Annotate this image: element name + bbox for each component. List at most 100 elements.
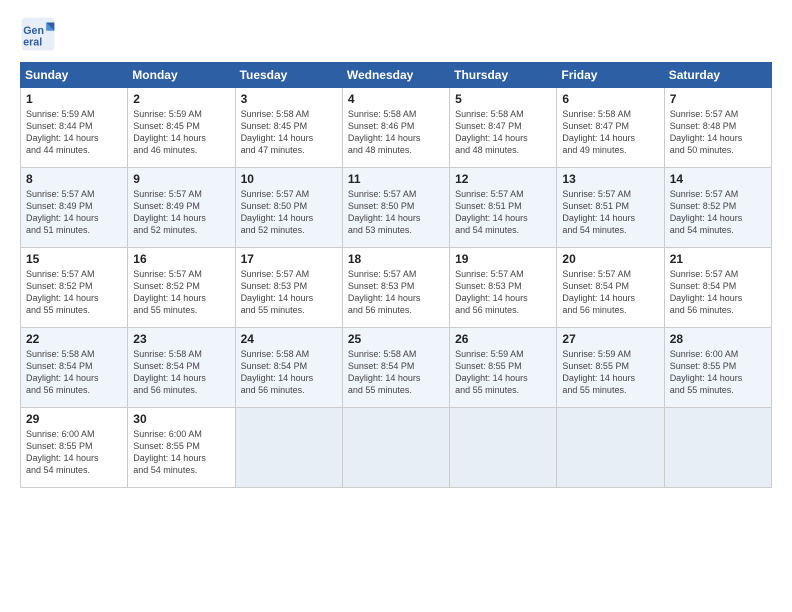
day-number: 12	[455, 172, 551, 186]
day-number: 10	[241, 172, 337, 186]
cell-info: Sunrise: 5:58 AM Sunset: 8:54 PM Dayligh…	[133, 348, 229, 397]
cell-info: Sunrise: 5:57 AM Sunset: 8:53 PM Dayligh…	[455, 268, 551, 317]
cell-info: Sunrise: 5:57 AM Sunset: 8:50 PM Dayligh…	[348, 188, 444, 237]
calendar-cell: 21 Sunrise: 5:57 AM Sunset: 8:54 PM Dayli…	[664, 248, 771, 328]
cell-info: Sunrise: 6:00 AM Sunset: 8:55 PM Dayligh…	[670, 348, 766, 397]
cell-info: Sunrise: 6:00 AM Sunset: 8:55 PM Dayligh…	[133, 428, 229, 477]
calendar-cell: 17 Sunrise: 5:57 AM Sunset: 8:53 PM Dayli…	[235, 248, 342, 328]
day-number: 7	[670, 92, 766, 106]
day-number: 24	[241, 332, 337, 346]
calendar-cell: 30 Sunrise: 6:00 AM Sunset: 8:55 PM Dayli…	[128, 408, 235, 488]
cell-info: Sunrise: 5:58 AM Sunset: 8:46 PM Dayligh…	[348, 108, 444, 157]
cell-info: Sunrise: 5:57 AM Sunset: 8:49 PM Dayligh…	[133, 188, 229, 237]
calendar-cell: 15 Sunrise: 5:57 AM Sunset: 8:52 PM Dayli…	[21, 248, 128, 328]
calendar-body: 1 Sunrise: 5:59 AM Sunset: 8:44 PM Daylig…	[21, 88, 772, 488]
calendar-table: SundayMondayTuesdayWednesdayThursdayFrid…	[20, 62, 772, 488]
calendar-cell: 16Sunrise: 5:57 AM Sunset: 8:52 PM Dayli…	[128, 248, 235, 328]
calendar-cell: 24 Sunrise: 5:58 AM Sunset: 8:54 PM Dayli…	[235, 328, 342, 408]
day-number: 14	[670, 172, 766, 186]
calendar-cell: 25 Sunrise: 5:58 AM Sunset: 8:54 PM Dayli…	[342, 328, 449, 408]
cell-info: Sunrise: 5:57 AM Sunset: 8:53 PM Dayligh…	[348, 268, 444, 317]
cell-info: Sunrise: 5:58 AM Sunset: 8:54 PM Dayligh…	[26, 348, 122, 397]
calendar-cell: 27 Sunrise: 5:59 AM Sunset: 8:55 PM Dayli…	[557, 328, 664, 408]
calendar-cell: 3Sunrise: 5:58 AM Sunset: 8:45 PM Daylig…	[235, 88, 342, 168]
cell-info: Sunrise: 6:00 AM Sunset: 8:55 PM Dayligh…	[26, 428, 122, 477]
day-number: 5	[455, 92, 551, 106]
day-number: 15	[26, 252, 122, 266]
day-number: 18	[348, 252, 444, 266]
weekday-sunday: Sunday	[21, 63, 128, 88]
calendar-cell: 1 Sunrise: 5:59 AM Sunset: 8:44 PM Daylig…	[21, 88, 128, 168]
logo-icon: Gen eral	[20, 16, 56, 52]
cell-info: Sunrise: 5:57 AM Sunset: 8:49 PM Dayligh…	[26, 188, 122, 237]
weekday-friday: Friday	[557, 63, 664, 88]
weekday-thursday: Thursday	[450, 63, 557, 88]
weekday-monday: Monday	[128, 63, 235, 88]
calendar-cell	[664, 408, 771, 488]
day-number: 19	[455, 252, 551, 266]
day-number: 1	[26, 92, 122, 106]
day-number: 26	[455, 332, 551, 346]
cell-info: Sunrise: 5:57 AM Sunset: 8:48 PM Dayligh…	[670, 108, 766, 157]
cell-info: Sunrise: 5:58 AM Sunset: 8:47 PM Dayligh…	[455, 108, 551, 157]
cell-info: Sunrise: 5:59 AM Sunset: 8:44 PM Dayligh…	[26, 108, 122, 157]
calendar-cell: 29Sunrise: 6:00 AM Sunset: 8:55 PM Dayli…	[21, 408, 128, 488]
day-number: 17	[241, 252, 337, 266]
day-number: 21	[670, 252, 766, 266]
calendar-cell: 14Sunrise: 5:57 AM Sunset: 8:52 PM Dayli…	[664, 168, 771, 248]
weekday-wednesday: Wednesday	[342, 63, 449, 88]
calendar-cell: 19 Sunrise: 5:57 AM Sunset: 8:53 PM Dayli…	[450, 248, 557, 328]
cell-info: Sunrise: 5:59 AM Sunset: 8:55 PM Dayligh…	[455, 348, 551, 397]
calendar-cell	[557, 408, 664, 488]
week-row-0: 1 Sunrise: 5:59 AM Sunset: 8:44 PM Daylig…	[21, 88, 772, 168]
calendar-cell: 12 Sunrise: 5:57 AM Sunset: 8:51 PM Dayli…	[450, 168, 557, 248]
day-number: 22	[26, 332, 122, 346]
calendar-cell: 28 Sunrise: 6:00 AM Sunset: 8:55 PM Dayli…	[664, 328, 771, 408]
week-row-2: 15 Sunrise: 5:57 AM Sunset: 8:52 PM Dayli…	[21, 248, 772, 328]
calendar-cell: 5 Sunrise: 5:58 AM Sunset: 8:47 PM Daylig…	[450, 88, 557, 168]
day-number: 30	[133, 412, 229, 426]
day-number: 2	[133, 92, 229, 106]
day-number: 8	[26, 172, 122, 186]
cell-info: Sunrise: 5:57 AM Sunset: 8:54 PM Dayligh…	[562, 268, 658, 317]
weekday-saturday: Saturday	[664, 63, 771, 88]
calendar-cell: 11Sunrise: 5:57 AM Sunset: 8:50 PM Dayli…	[342, 168, 449, 248]
week-row-4: 29Sunrise: 6:00 AM Sunset: 8:55 PM Dayli…	[21, 408, 772, 488]
page: Gen eral SundayMondayTuesdayWednesdayThu…	[0, 0, 792, 612]
day-number: 27	[562, 332, 658, 346]
calendar-cell: 26 Sunrise: 5:59 AM Sunset: 8:55 PM Dayli…	[450, 328, 557, 408]
calendar-cell: 2 Sunrise: 5:59 AM Sunset: 8:45 PM Daylig…	[128, 88, 235, 168]
cell-info: Sunrise: 5:58 AM Sunset: 8:45 PM Dayligh…	[241, 108, 337, 157]
cell-info: Sunrise: 5:58 AM Sunset: 8:54 PM Dayligh…	[348, 348, 444, 397]
cell-info: Sunrise: 5:57 AM Sunset: 8:54 PM Dayligh…	[670, 268, 766, 317]
calendar-cell: 6Sunrise: 5:58 AM Sunset: 8:47 PM Daylig…	[557, 88, 664, 168]
cell-info: Sunrise: 5:59 AM Sunset: 8:55 PM Dayligh…	[562, 348, 658, 397]
calendar-cell: 18 Sunrise: 5:57 AM Sunset: 8:53 PM Dayli…	[342, 248, 449, 328]
calendar-cell: 20 Sunrise: 5:57 AM Sunset: 8:54 PM Dayli…	[557, 248, 664, 328]
week-row-1: 8 Sunrise: 5:57 AM Sunset: 8:49 PM Daylig…	[21, 168, 772, 248]
day-number: 25	[348, 332, 444, 346]
calendar-cell: 9Sunrise: 5:57 AM Sunset: 8:49 PM Daylig…	[128, 168, 235, 248]
calendar-cell: 13Sunrise: 5:57 AM Sunset: 8:51 PM Dayli…	[557, 168, 664, 248]
day-number: 28	[670, 332, 766, 346]
cell-info: Sunrise: 5:58 AM Sunset: 8:54 PM Dayligh…	[241, 348, 337, 397]
cell-info: Sunrise: 5:57 AM Sunset: 8:52 PM Dayligh…	[26, 268, 122, 317]
day-number: 16	[133, 252, 229, 266]
day-number: 23	[133, 332, 229, 346]
calendar-cell: 23 Sunrise: 5:58 AM Sunset: 8:54 PM Dayli…	[128, 328, 235, 408]
logo-area: Gen eral	[20, 16, 60, 52]
cell-info: Sunrise: 5:57 AM Sunset: 8:53 PM Dayligh…	[241, 268, 337, 317]
calendar-cell: 22 Sunrise: 5:58 AM Sunset: 8:54 PM Dayli…	[21, 328, 128, 408]
calendar-cell: 7 Sunrise: 5:57 AM Sunset: 8:48 PM Daylig…	[664, 88, 771, 168]
cell-info: Sunrise: 5:59 AM Sunset: 8:45 PM Dayligh…	[133, 108, 229, 157]
cell-info: Sunrise: 5:57 AM Sunset: 8:51 PM Dayligh…	[455, 188, 551, 237]
calendar-cell: 4Sunrise: 5:58 AM Sunset: 8:46 PM Daylig…	[342, 88, 449, 168]
svg-text:eral: eral	[23, 36, 42, 48]
weekday-tuesday: Tuesday	[235, 63, 342, 88]
calendar-cell	[342, 408, 449, 488]
day-number: 13	[562, 172, 658, 186]
calendar-cell: 8 Sunrise: 5:57 AM Sunset: 8:49 PM Daylig…	[21, 168, 128, 248]
day-number: 6	[562, 92, 658, 106]
cell-info: Sunrise: 5:57 AM Sunset: 8:50 PM Dayligh…	[241, 188, 337, 237]
day-number: 20	[562, 252, 658, 266]
